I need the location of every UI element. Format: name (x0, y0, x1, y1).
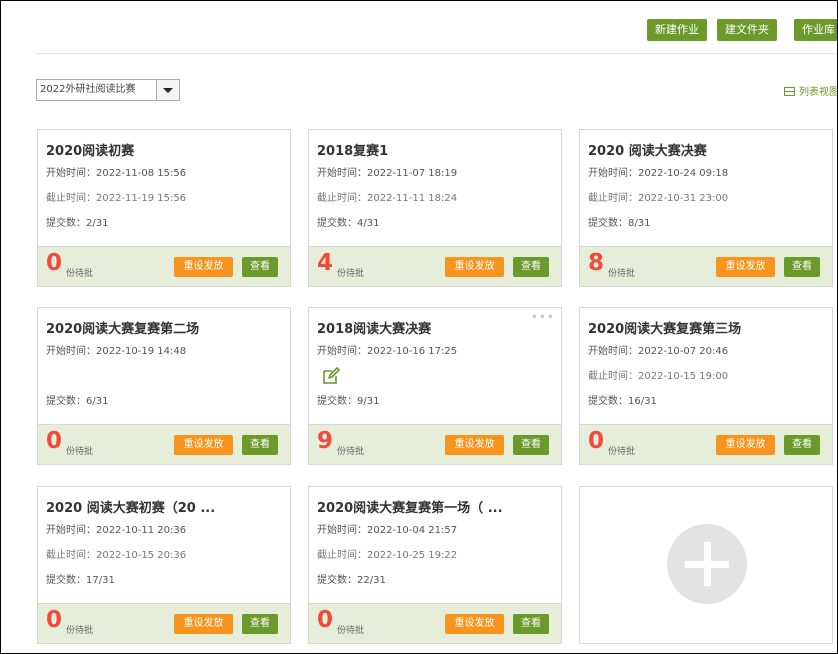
assignment-card[interactable]: 2020阅读大赛复赛第三场 开始时间：2022-10-07 20:46 截止时间… (579, 307, 833, 465)
card-footer: 0 份待批 重设发放 查看 (309, 603, 561, 643)
card-end-time: 截止时间：2022-10-31 23:00 (588, 193, 729, 204)
card-submit-count: 提交数：16/31 (588, 396, 657, 407)
pending-count: 0 (317, 607, 334, 633)
competition-select[interactable]: 2022外研社阅读比赛 (36, 79, 180, 101)
card-title: 2020阅读初赛 (46, 144, 135, 159)
new-folder-button[interactable]: 建文件夹 (717, 19, 777, 41)
view-button[interactable]: 查看 (242, 614, 278, 634)
competition-select-value: 2022外研社阅读比赛 (40, 84, 136, 95)
list-view-label: 列表视图 (799, 87, 838, 98)
card-footer: 0 份待批 重设发放 查看 (38, 246, 290, 286)
card-end-time: 截止时间：2022-10-25 19:22 (317, 550, 458, 561)
pending-count: 0 (46, 250, 63, 276)
card-footer: 8 份待批 重设发放 查看 (580, 246, 832, 286)
new-assignment-button[interactable]: 新建作业 (647, 19, 707, 41)
card-start-time: 开始时间：2022-10-16 17:25 (317, 346, 458, 357)
add-assignment-card[interactable] (579, 486, 833, 644)
pending-label: 份待批 (337, 269, 365, 279)
card-start-time: 开始时间：2022-10-07 20:46 (588, 346, 729, 357)
plus-icon[interactable] (667, 524, 747, 604)
pending-count: 0 (46, 607, 63, 633)
assignment-card[interactable]: 2020阅读大赛复赛第二场 开始时间：2022-10-19 14:48 提交数：… (37, 307, 291, 465)
card-start-time: 开始时间：2022-10-11 20:36 (46, 525, 187, 536)
chevron-down-icon[interactable] (156, 80, 179, 100)
card-footer: 0 份待批 重设发放 查看 (580, 424, 832, 464)
reset-release-button[interactable]: 重设发放 (445, 257, 504, 277)
card-submit-count: 提交数：8/31 (588, 218, 651, 229)
assignment-card[interactable]: ••• 2018阅读大赛决赛 开始时间：2022-10-16 17:25 提交数… (308, 307, 562, 465)
pending-label: 份待批 (66, 269, 94, 279)
card-title: 2018复赛1 (317, 144, 389, 159)
reset-release-button[interactable]: 重设发放 (174, 257, 233, 277)
assignment-card[interactable]: 2020阅读大赛复赛第一场（ ... 开始时间：2022-10-04 21:57… (308, 486, 562, 644)
view-button[interactable]: 查看 (513, 257, 549, 277)
card-start-time: 开始时间：2022-11-08 15:56 (46, 168, 187, 179)
pending-count: 4 (317, 250, 334, 276)
pending-label: 份待批 (337, 626, 365, 636)
card-end-time: 截止时间：2022-11-11 18:24 (317, 193, 458, 204)
card-footer: 9 份待批 重设发放 查看 (309, 424, 561, 464)
reset-release-button[interactable]: 重设发放 (716, 257, 775, 277)
card-submit-count: 提交数：6/31 (46, 396, 109, 407)
card-end-time: 截止时间：2022-10-15 19:00 (588, 371, 729, 382)
assignment-card[interactable]: 2020 阅读大赛初赛（20 ... 开始时间：2022-10-11 20:36… (37, 486, 291, 644)
card-title: 2020 阅读大赛初赛（20 ... (46, 501, 216, 516)
list-view-icon (784, 87, 795, 96)
card-submit-count: 提交数：22/31 (317, 575, 386, 586)
card-title: 2020 阅读大赛决赛 (588, 144, 707, 159)
view-button[interactable]: 查看 (784, 257, 820, 277)
pending-label: 份待批 (337, 447, 365, 457)
view-button[interactable]: 查看 (784, 435, 820, 455)
pending-count: 8 (588, 250, 605, 276)
reset-release-button[interactable]: 重设发放 (174, 435, 233, 455)
view-button[interactable]: 查看 (513, 435, 549, 455)
assignment-card[interactable]: 2020 阅读大赛决赛 开始时间：2022-10-24 09:18 截止时间：2… (579, 129, 833, 287)
card-title: 2020阅读大赛复赛第一场（ ... (317, 501, 503, 516)
app-frame: 新建作业 建文件夹 作业库 2022外研社阅读比赛 列表视图 2020阅读初赛 … (0, 0, 838, 654)
view-button[interactable]: 查看 (242, 435, 278, 455)
header-divider (36, 53, 837, 54)
card-submit-count: 提交数：4/31 (317, 218, 380, 229)
card-submit-count: 提交数：9/31 (317, 396, 380, 407)
pending-label: 份待批 (608, 269, 636, 279)
edit-icon[interactable] (322, 367, 340, 385)
card-footer: 0 份待批 重设发放 查看 (38, 603, 290, 643)
card-title: 2018阅读大赛决赛 (317, 322, 432, 337)
pending-count: 0 (46, 428, 63, 454)
pending-label: 份待批 (66, 447, 94, 457)
reset-release-button[interactable]: 重设发放 (445, 614, 504, 634)
card-footer: 0 份待批 重设发放 查看 (38, 424, 290, 464)
view-button[interactable]: 查看 (513, 614, 549, 634)
card-start-time: 开始时间：2022-11-07 18:19 (317, 168, 458, 179)
view-button[interactable]: 查看 (242, 257, 278, 277)
pending-label: 份待批 (608, 447, 636, 457)
reset-release-button[interactable]: 重设发放 (445, 435, 504, 455)
card-submit-count: 提交数：17/31 (46, 575, 115, 586)
card-submit-count: 提交数：2/31 (46, 218, 109, 229)
pending-label: 份待批 (66, 626, 94, 636)
card-start-time: 开始时间：2022-10-04 21:57 (317, 525, 458, 536)
reset-release-button[interactable]: 重设发放 (716, 435, 775, 455)
assignment-card[interactable]: 2018复赛1 开始时间：2022-11-07 18:19 截止时间：2022-… (308, 129, 562, 287)
reset-release-button[interactable]: 重设发放 (174, 614, 233, 634)
pending-count: 9 (317, 428, 334, 454)
card-title: 2020阅读大赛复赛第三场 (588, 322, 742, 337)
card-title: 2020阅读大赛复赛第二场 (46, 322, 200, 337)
assignment-card[interactable]: 2020阅读初赛 开始时间：2022-11-08 15:56 截止时间：2022… (37, 129, 291, 287)
card-start-time: 开始时间：2022-10-19 14:48 (46, 346, 187, 357)
card-end-time: 截止时间：2022-11-19 15:56 (46, 193, 187, 204)
assignment-library-button[interactable]: 作业库 (794, 19, 837, 41)
pending-count: 0 (588, 428, 605, 454)
card-end-time: 截止时间：2022-10-15 20:36 (46, 550, 187, 561)
list-view-toggle[interactable]: 列表视图 (784, 83, 838, 98)
card-footer: 4 份待批 重设发放 查看 (309, 246, 561, 286)
card-start-time: 开始时间：2022-10-24 09:18 (588, 168, 729, 179)
more-options-icon[interactable]: ••• (531, 310, 555, 324)
